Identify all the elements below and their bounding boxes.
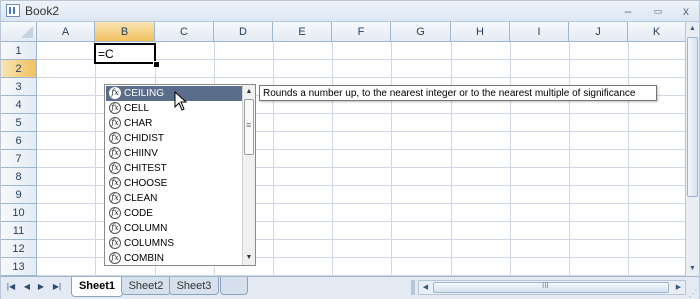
fill-handle[interactable] (153, 61, 160, 68)
column-header-b[interactable]: B (95, 22, 155, 42)
formula-autocomplete-list[interactable]: fx CEILING fx CELL fx CHAR fx CHIDIST fx… (104, 84, 256, 266)
row-header-13[interactable]: 13 (1, 258, 37, 276)
column-header-k[interactable]: K (628, 22, 685, 42)
tab-split-handle[interactable] (411, 280, 415, 295)
horizontal-scroll-thumb[interactable]: III (433, 281, 669, 293)
previous-sheet-icon[interactable]: ◀ (21, 280, 33, 294)
function-fx-icon: fx (109, 252, 121, 264)
resize-grip-icon[interactable]: ⋰ (687, 287, 699, 299)
autocomplete-item-chidist[interactable]: fx CHIDIST (106, 131, 242, 146)
scroll-down-arrow-icon[interactable]: ▼ (243, 252, 255, 264)
row-header-4[interactable]: 4 (1, 96, 37, 114)
autocomplete-item-clean[interactable]: fx CLEAN (106, 191, 242, 206)
insert-worksheet-icon[interactable] (220, 277, 248, 295)
autocomplete-item-columns[interactable]: fx COLUMNS (106, 236, 242, 251)
last-sheet-icon[interactable]: ▶| (51, 280, 63, 294)
function-fx-icon: fx (109, 132, 121, 144)
row-header-5[interactable]: 5 (1, 114, 37, 132)
scroll-left-arrow-icon[interactable]: ◀ (419, 281, 432, 294)
vertical-scroll-thumb[interactable] (687, 37, 698, 197)
autocomplete-item-label: COMBIN (124, 253, 164, 264)
autocomplete-item-char[interactable]: fx CHAR (106, 116, 242, 131)
vertical-scrollbar[interactable]: ▲ ▼ (685, 22, 699, 276)
autocomplete-item-label: CHIDIST (124, 133, 164, 144)
column-header-g[interactable]: G (391, 22, 451, 42)
close-button[interactable]: x (677, 3, 695, 19)
restore-button[interactable]: ▭ (649, 3, 667, 19)
function-fx-icon: fx (109, 207, 121, 219)
autocomplete-item-label: CODE (124, 208, 153, 219)
autocomplete-item-label: CHOOSE (124, 178, 168, 189)
function-fx-icon: fx (109, 237, 121, 249)
autocomplete-item-chitest[interactable]: fx CHITEST (106, 161, 242, 176)
scroll-down-arrow-icon[interactable]: ▼ (686, 262, 699, 276)
horizontal-scrollbar[interactable]: ◀ III ▶ (418, 280, 686, 295)
function-fx-icon: fx (109, 102, 121, 114)
autocomplete-item-label: CHAR (124, 118, 153, 129)
row-header-6[interactable]: 6 (1, 132, 37, 150)
column-header-a[interactable]: A (37, 22, 95, 42)
function-fx-icon: fx (109, 177, 121, 189)
autocomplete-item-label: CEILING (124, 88, 165, 99)
title-bar: Book2 – ▭ x (1, 1, 699, 22)
mouse-pointer-icon (174, 91, 188, 111)
column-header-e[interactable]: E (273, 22, 332, 42)
scroll-right-arrow-icon[interactable]: ▶ (672, 281, 685, 294)
function-fx-icon: fx (109, 192, 121, 204)
row-header-2[interactable]: 2 (1, 60, 37, 78)
minimize-button[interactable]: – (619, 3, 637, 19)
function-fx-icon: fx (109, 117, 121, 129)
autocomplete-item-combin[interactable]: fx COMBIN (106, 251, 242, 265)
autocomplete-item-label: COLUMN (124, 223, 168, 234)
autocomplete-item-chiinv[interactable]: fx CHIINV (106, 146, 242, 161)
sheet-tab-sheet3[interactable]: Sheet3 (169, 277, 219, 295)
gridline (37, 77, 685, 78)
active-cell-b2[interactable]: =C (94, 43, 156, 64)
next-sheet-icon[interactable]: ▶ (35, 280, 47, 294)
first-sheet-icon[interactable]: |◀ (5, 280, 17, 294)
column-header-j[interactable]: J (569, 22, 628, 42)
autocomplete-item-label: CHIINV (124, 148, 158, 159)
autocomplete-item-label: CHITEST (124, 163, 167, 174)
autocomplete-item-column[interactable]: fx COLUMN (106, 221, 242, 236)
row-header-12[interactable]: 12 (1, 240, 37, 258)
sheet-tab-bar: |◀ ◀ ▶ ▶| Sheet1 Sheet2 Sheet3 ◀ III ▶ ⋰ (1, 276, 699, 299)
row-header-3[interactable]: 3 (1, 78, 37, 96)
select-all-button[interactable] (1, 22, 37, 42)
function-fx-icon: fx (109, 162, 121, 174)
scroll-up-arrow-icon[interactable]: ▲ (686, 22, 699, 36)
row-header-9[interactable]: 9 (1, 186, 37, 204)
function-fx-icon: fx (109, 87, 121, 99)
scroll-up-arrow-icon[interactable]: ▲ (243, 86, 255, 98)
workbook-window: Book2 – ▭ x A B C D E F G H I J K 1 2 3 … (0, 0, 700, 299)
function-description-tooltip: Rounds a number up, to the nearest integ… (259, 85, 657, 101)
autocomplete-scrollbar[interactable]: ▲ ▼ (242, 85, 255, 265)
row-header-7[interactable]: 7 (1, 150, 37, 168)
column-header-i[interactable]: I (510, 22, 569, 42)
sheet-tab-sheet1[interactable]: Sheet1 (71, 277, 123, 297)
autocomplete-scroll-thumb[interactable] (244, 99, 254, 155)
function-fx-icon: fx (109, 222, 121, 234)
function-fx-icon: fx (109, 147, 121, 159)
column-header-c[interactable]: C (155, 22, 214, 42)
row-header-1[interactable]: 1 (1, 42, 37, 60)
column-header-f[interactable]: F (332, 22, 391, 42)
autocomplete-item-choose[interactable]: fx CHOOSE (106, 176, 242, 191)
row-header-8[interactable]: 8 (1, 168, 37, 186)
column-header-h[interactable]: H (451, 22, 510, 42)
row-header-10[interactable]: 10 (1, 204, 37, 222)
autocomplete-item-label: CELL (124, 103, 150, 114)
sheet-tab-sheet2[interactable]: Sheet2 (121, 277, 171, 295)
autocomplete-item-code[interactable]: fx CODE (106, 206, 242, 221)
cell-formula-text: =C (98, 47, 114, 61)
column-header-d[interactable]: D (214, 22, 273, 42)
excel-workbook-icon[interactable] (6, 4, 20, 17)
autocomplete-item-label: COLUMNS (124, 238, 175, 249)
row-header-11[interactable]: 11 (1, 222, 37, 240)
autocomplete-item-label: CLEAN (124, 193, 158, 204)
scroll-grip-icon: III (542, 281, 549, 290)
workbook-title: Book2 (25, 4, 60, 18)
